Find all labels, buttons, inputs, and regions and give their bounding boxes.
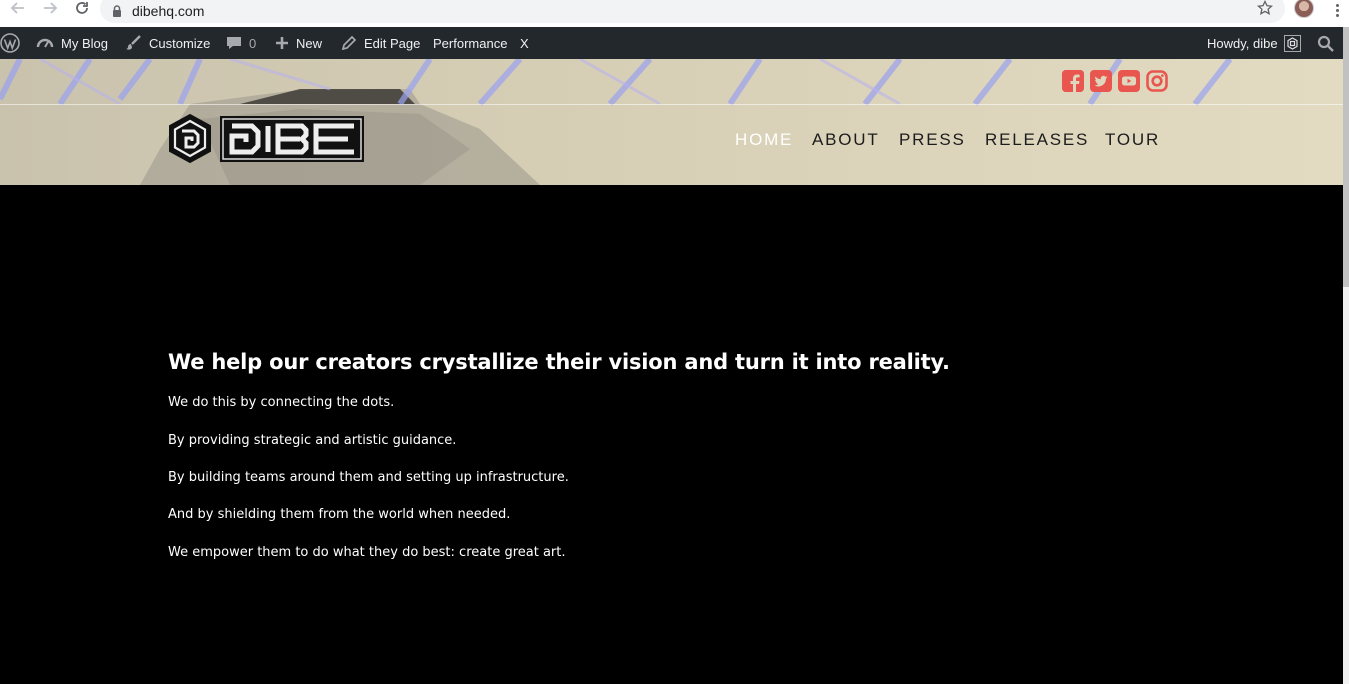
facebook-icon[interactable] [1062,70,1084,92]
site-logo[interactable] [168,113,366,165]
howdy-label: Howdy, dibe [1207,35,1278,51]
dashboard-icon [36,38,54,48]
instagram-icon[interactable] [1146,70,1168,92]
paragraph-4: And by shielding them from the world whe… [168,507,511,522]
chrome-menu-icon[interactable] [1330,0,1344,20]
comments-link[interactable]: 0 [226,27,256,59]
scrollbar-thumb[interactable] [1343,27,1349,287]
profile-avatar[interactable] [1294,0,1314,18]
nav-item-releases[interactable]: RELEASES [985,130,1089,150]
lock-icon [113,4,121,17]
my-blog-link[interactable]: My Blog [36,27,108,59]
paintbrush-icon [126,35,141,50]
new-label: New [296,35,323,51]
bookmark-star-icon[interactable] [1257,0,1273,16]
performance-label: Performance [433,35,508,51]
customize-link[interactable]: Customize [125,27,210,59]
paragraph-5: We empower them to do what they do best:… [168,545,566,560]
paragraph-3: By building teams around them and settin… [168,470,569,485]
wp-admin-bar: My Blog Customize 0 New Edit Page Perfor… [0,27,1343,59]
wordpress-logo-icon[interactable] [0,27,27,59]
nav-item-tour[interactable]: TOUR [1105,130,1160,150]
address-bar[interactable]: dibehq.com [100,0,1285,23]
account-menu[interactable]: Howdy, dibe [1207,27,1301,59]
nav-item-home[interactable]: HOME [735,130,793,150]
twitter-icon[interactable] [1090,70,1112,92]
url-text: dibehq.com [132,2,205,19]
reload-icon[interactable] [70,0,94,18]
main-content: We help our creators crystallize their v… [0,185,1343,684]
comments-count: 0 [249,35,257,51]
pencil-icon [341,35,357,51]
back-arrow-icon[interactable] [6,0,30,18]
comment-bubble-icon [227,37,241,49]
paragraph-2: By providing strategic and artistic guid… [168,433,457,448]
my-blog-label: My Blog [61,35,108,51]
nav-item-press[interactable]: PRESS [899,130,966,150]
x-link[interactable]: X [520,27,529,59]
performance-link[interactable]: Performance [433,27,507,59]
paragraph-1: We do this by connecting the dots. [168,395,395,410]
edit-page-label: Edit Page [364,35,421,51]
browser-toolbar: dibehq.com [0,0,1349,27]
nav-item-about[interactable]: ABOUT [812,130,880,150]
site-header: HOME ABOUT PRESS RELEASES TOUR [0,59,1343,185]
admin-search-icon[interactable] [1317,27,1341,59]
x-label: X [520,35,529,51]
plus-icon [276,37,288,49]
edit-page-link[interactable]: Edit Page [341,27,420,59]
user-avatar-icon [1283,34,1301,52]
page-headline: We help our creators crystallize their v… [168,350,950,374]
youtube-icon[interactable] [1118,70,1140,92]
customize-label: Customize [149,35,211,51]
page-scrollbar[interactable] [1343,27,1349,684]
header-divider [0,104,1343,105]
forward-arrow-icon[interactable] [38,0,62,18]
new-content-link[interactable]: New [275,27,322,59]
